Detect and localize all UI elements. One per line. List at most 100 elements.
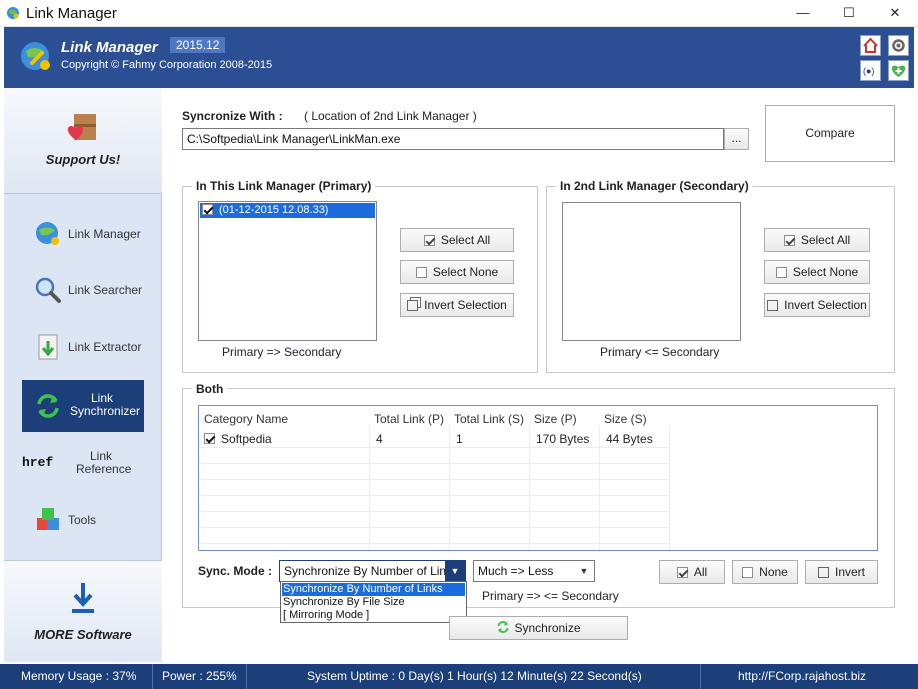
add-icon xyxy=(891,65,906,77)
app-name: Link Manager xyxy=(61,39,158,56)
status-separator xyxy=(700,664,701,689)
grid-line xyxy=(199,511,669,512)
check-icon xyxy=(783,235,795,246)
add-button[interactable] xyxy=(888,60,909,81)
sync-mode-select[interactable]: Synchronize By Number of Links ▼ xyxy=(279,560,466,582)
magnifier-icon xyxy=(35,277,61,303)
nav-link-reference-label: Link Reference xyxy=(76,449,131,476)
sync-path-input[interactable]: C:\Softpedia\Link Manager\LinkMan.exe xyxy=(182,128,724,150)
nav-link-synchronizer-label-line1: Link xyxy=(90,391,113,405)
minimize-button[interactable]: — xyxy=(780,0,826,26)
column-header-size-s[interactable]: Size (S) xyxy=(604,412,647,426)
primary-list[interactable]: (01-12-2015 12.08.33) xyxy=(198,201,377,341)
secondary-select-all-label: Select All xyxy=(800,233,851,247)
download-icon xyxy=(72,583,94,613)
nav-link-manager-label: Link Manager xyxy=(68,227,141,241)
sync-mode-label: Sync. Mode : xyxy=(198,564,273,578)
nav-link-synchronizer-label-line2: Synchronizer xyxy=(70,404,141,418)
app-logo-icon xyxy=(21,42,50,70)
invert-button[interactable]: Invert xyxy=(805,560,878,584)
nav-link-reference-label-line1: Link xyxy=(89,449,112,463)
browse-button[interactable]: ... xyxy=(724,128,749,150)
website-link[interactable]: http://FCorp.rajahost.biz xyxy=(738,669,866,683)
uncheck-icon xyxy=(775,267,787,278)
tools-icon xyxy=(37,508,59,530)
maximize-button[interactable]: ☐ xyxy=(826,0,872,26)
none-label: None xyxy=(759,565,788,579)
nav-link-manager[interactable]: Link Manager xyxy=(22,208,144,260)
direction-select[interactable]: Much => Less ▼ xyxy=(473,560,595,582)
row-checkbox[interactable] xyxy=(204,433,215,444)
home-button[interactable] xyxy=(860,35,881,56)
check-icon xyxy=(423,235,435,246)
primary-invert-button[interactable]: Invert Selection xyxy=(400,293,514,317)
nav-link-reference[interactable]: href Link Reference xyxy=(22,438,144,490)
secondary-select-none-label: Select None xyxy=(792,265,859,279)
sync-icon xyxy=(497,621,509,633)
nav-link-reference-label-line2: Reference xyxy=(76,462,132,476)
cell-total-s: 1 xyxy=(456,432,463,446)
close-button[interactable]: ✕ xyxy=(872,0,918,26)
support-us-card[interactable]: Support Us! xyxy=(4,88,162,194)
svg-text:(●): (●) xyxy=(863,66,874,76)
table-row[interactable]: Softpedia 4 1 170 Bytes 44 Bytes xyxy=(199,431,877,447)
primary-item-checkbox[interactable] xyxy=(202,204,213,215)
href-icon: href xyxy=(22,455,54,470)
dropdown-option[interactable]: Synchronize By File Size xyxy=(282,596,465,609)
more-software-card[interactable]: MORE Software xyxy=(4,560,162,662)
grid-line xyxy=(199,495,669,496)
grid-line xyxy=(199,447,669,448)
rss-icon: (●) xyxy=(863,66,874,76)
secondary-list[interactable] xyxy=(562,202,741,341)
nav-link-synchronizer[interactable]: Link Synchronizer xyxy=(22,380,144,432)
status-separator xyxy=(152,664,153,689)
cell-size-s: 44 Bytes xyxy=(606,432,653,446)
secondary-invert-label: Invert Selection xyxy=(784,298,867,312)
column-header-total-s[interactable]: Total Link (S) xyxy=(454,412,524,426)
primary-select-none-label: Select None xyxy=(432,265,499,279)
both-table[interactable]: Category Name Total Link (P) Total Link … xyxy=(198,405,878,551)
invert-icon xyxy=(817,567,829,578)
nav-link-extractor-label: Link Extractor xyxy=(68,340,142,354)
nav-link-extractor[interactable]: Link Extractor xyxy=(22,321,144,373)
app-globe-icon xyxy=(7,7,19,19)
invert-label: Invert xyxy=(834,565,865,579)
primary-select-none-button[interactable]: Select None xyxy=(400,260,514,284)
secondary-select-all-button[interactable]: Select All xyxy=(764,228,870,252)
compare-button[interactable]: Compare xyxy=(765,105,895,162)
dropdown-option[interactable]: [ Mirroring Mode ] xyxy=(282,609,465,622)
sync-with-label: Syncronize With : xyxy=(182,109,283,123)
rss-button[interactable]: (●) xyxy=(860,60,881,81)
nav-tools[interactable]: Tools xyxy=(22,494,144,546)
secondary-select-none-button[interactable]: Select None xyxy=(764,260,870,284)
column-header-size-p[interactable]: Size (P) xyxy=(534,412,577,426)
primary-item-text: (01-12-2015 12.08.33) xyxy=(219,204,329,216)
nav-tools-label: Tools xyxy=(68,513,97,527)
status-bar: Memory Usage : 37% Power : 255% System U… xyxy=(0,664,918,689)
cell-category: Softpedia xyxy=(221,432,272,446)
all-button[interactable]: All xyxy=(659,560,725,584)
primary-group-title: In This Link Manager (Primary) xyxy=(192,179,376,193)
sync-mode-dropdown-list[interactable]: Synchronize By Number of Links Synchroni… xyxy=(280,581,467,623)
nav-link-searcher[interactable]: Link Searcher xyxy=(22,264,144,316)
more-software-label: MORE Software xyxy=(34,627,132,642)
primary-select-all-button[interactable]: Select All xyxy=(400,228,514,252)
grid-line xyxy=(199,527,669,528)
none-button[interactable]: None xyxy=(732,560,798,584)
synchronize-button[interactable]: Synchronize xyxy=(449,616,628,640)
grid-line xyxy=(199,479,669,480)
status-separator xyxy=(246,664,247,689)
copyright-text: Copyright © Fahmy Corporation 2008-2015 xyxy=(61,59,273,71)
column-header-total-p[interactable]: Total Link (P) xyxy=(374,412,444,426)
power-status: Power : 255% xyxy=(162,669,237,683)
all-label: All xyxy=(693,565,708,579)
primary-direction-text: Primary => Secondary xyxy=(222,345,342,359)
settings-button[interactable] xyxy=(888,35,909,56)
primary-invert-label: Invert Selection xyxy=(424,298,507,312)
secondary-group-title: In 2nd Link Manager (Secondary) xyxy=(556,179,753,193)
dropdown-option[interactable]: Synchronize By Number of Links xyxy=(282,583,465,596)
column-header-category[interactable]: Category Name xyxy=(204,412,288,426)
secondary-invert-button[interactable]: Invert Selection xyxy=(764,293,870,317)
chevron-down-icon: ▼ xyxy=(445,561,465,581)
primary-list-item[interactable]: (01-12-2015 12.08.33) xyxy=(200,203,375,218)
